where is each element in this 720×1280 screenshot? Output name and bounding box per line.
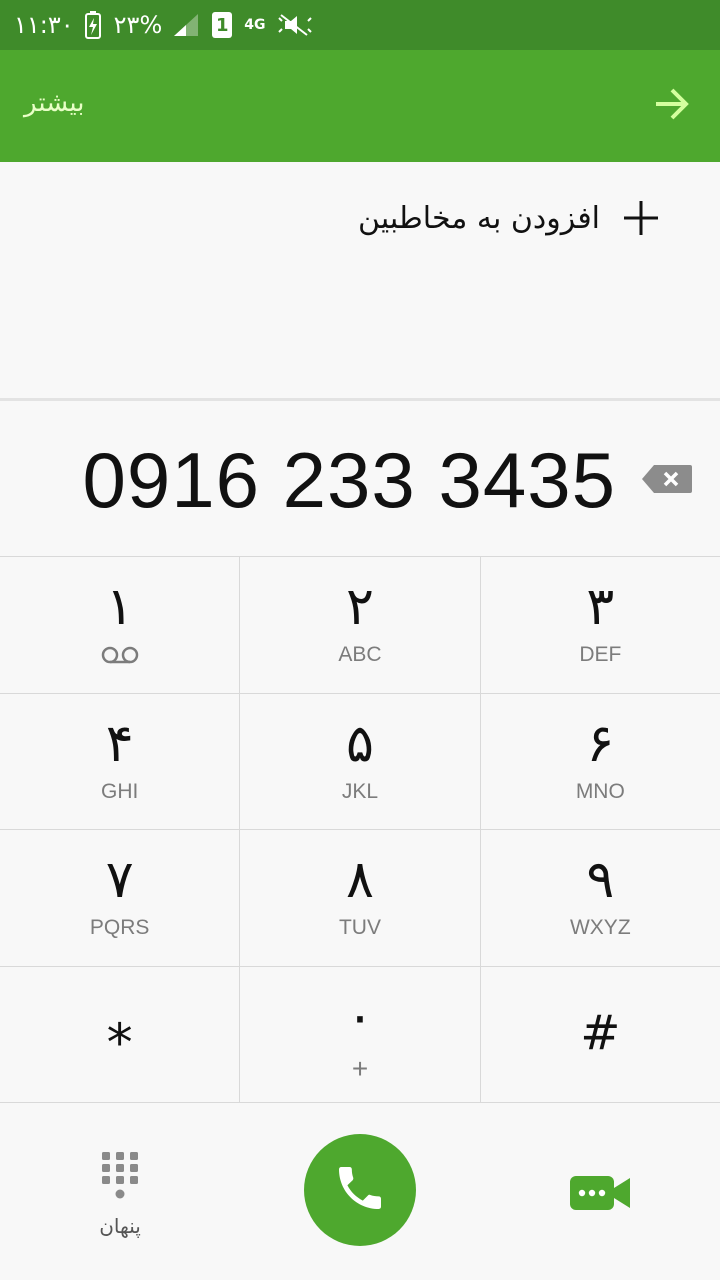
battery-charging-icon [84,11,102,39]
key-letters: WXYZ [569,916,631,939]
key-5[interactable]: ۵ JKL [240,693,481,829]
dialed-number[interactable]: 0916 233 3435 [82,435,616,526]
key-4[interactable]: ۴ GHI [0,693,241,829]
status-bar: ۱۱:۳۰ ۲۳% 1 4G [0,0,720,50]
voicemail-icon [100,645,140,665]
network-type: 4G [244,17,266,33]
arrow-right-icon[interactable] [652,84,692,124]
video-call-icon[interactable] [568,1174,632,1212]
number-display: 0916 233 3435 [0,401,720,556]
key-digit: ۷ [105,850,134,910]
dialpad-row: ۷ PQRS ۸ TUV ۹ WXYZ [0,830,720,967]
sim-slot: 1 [212,12,233,38]
key-letters: ABC [338,643,382,666]
key-digit: ۱ [105,577,134,637]
app-bar: بیشتر [0,50,720,162]
key-7[interactable]: ۷ PQRS [0,830,241,966]
call-button[interactable] [304,1134,416,1246]
dialpad-row: ۴ GHI ۵ JKL ۶ MNO [0,693,720,830]
key-letters: DEF [579,643,622,666]
dialpad-row: ۱ ۲ ABC ۳ DEF [0,557,720,694]
key-3[interactable]: ۳ DEF [481,557,720,693]
sim-icon: 1 [212,12,233,38]
status-battery: ۲۳% [113,11,163,39]
key-letters: MNO [575,779,625,803]
key-digit: ۹ [586,850,615,910]
key-letters: GHI [100,779,139,803]
status-time: ۱۱:۳۰ [14,11,74,39]
key-digit: ۵ [346,713,374,774]
key-9[interactable]: ۹ WXYZ [481,830,720,966]
hide-keypad-button[interactable]: پنهان [96,1150,144,1238]
key-2[interactable]: ۲ ABC [240,557,481,693]
backspace-icon[interactable] [640,463,694,495]
key-plus: + [351,1052,369,1084]
signal-icon [172,12,200,38]
key-star[interactable]: ⁎ [0,966,241,1102]
dialer-screen: ۱۱:۳۰ ۲۳% 1 4G بیشتر افزودن به مخاطبین 0… [0,0,720,1280]
mute-icon [277,12,313,38]
key-digit: ۲ [346,577,374,637]
key-letters: TUV [338,916,381,939]
key-digit: # [580,1004,621,1061]
key-1[interactable]: ۱ [0,557,241,693]
bottom-bar: پنهان [0,1102,720,1280]
network-label: 4G [244,17,266,33]
hide-label: پنهان [99,1214,141,1238]
dialpad: ۱ ۲ ABC ۳ DEF ۴ GHI ۵ JKL ۶ MNO ۷ PQRS ۸… [0,556,720,1103]
phone-icon [332,1160,388,1220]
key-6[interactable]: ۶ MNO [481,694,720,830]
key-digit: ۸ [346,850,374,910]
key-digit: ⁎ [106,996,133,1057]
key-hash[interactable]: # [481,967,720,1103]
key-digit: ۶ [586,713,615,774]
add-to-contacts-button[interactable]: افزودن به مخاطبین [358,196,660,240]
add-to-contacts-label: افزودن به مخاطبین [357,200,600,236]
key-8[interactable]: ۸ TUV [240,830,481,966]
key-digit: ۰ [346,986,374,1047]
plus-icon [622,199,660,237]
key-digit: ۴ [105,713,134,774]
key-digit: ۳ [586,577,615,637]
key-letters: JKL [341,779,379,803]
key-0[interactable]: ۰ + [240,966,481,1102]
dialpad-row: ⁎ ۰ + # [0,966,720,1103]
dialpad-icon [100,1150,140,1206]
key-letters: PQRS [89,916,150,939]
more-button[interactable]: بیشتر [24,88,84,118]
